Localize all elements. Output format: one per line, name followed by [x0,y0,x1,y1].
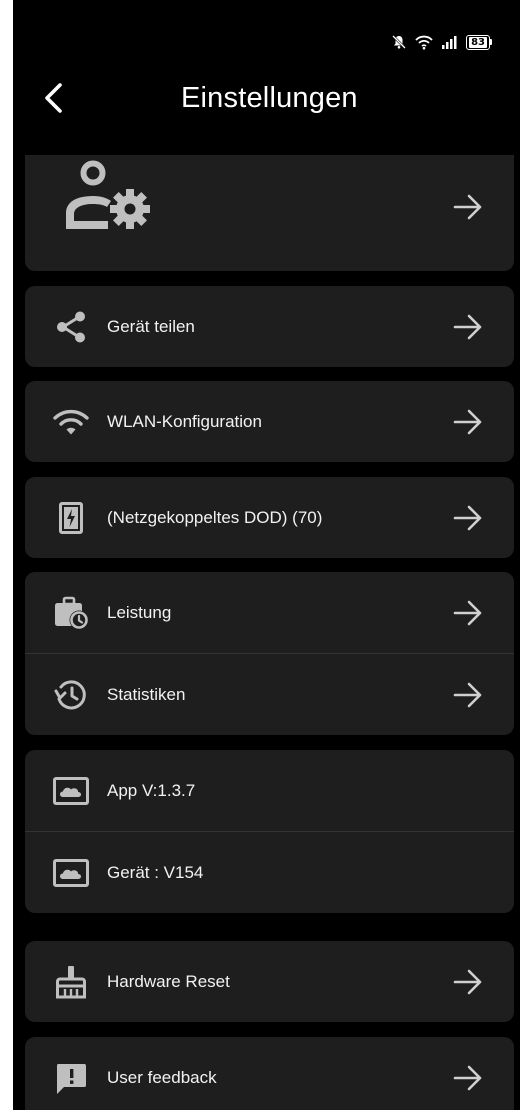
user-feedback-label: User feedback [107,1067,217,1087]
arrow-right-icon [452,966,484,998]
arrow-right-icon [452,679,484,711]
profile-settings-row[interactable] [25,155,514,271]
page-title: Einstellungen [181,82,358,114]
feedback-card: User feedback [25,1037,514,1110]
dod-row[interactable]: (Netzgekoppeltes DOD) (70) [25,477,514,558]
share-device-row[interactable]: Gerät teilen [25,286,514,367]
arrow-right-icon [452,311,484,343]
broom-icon [51,962,91,1002]
hardware-reset-label: Hardware Reset [107,971,230,991]
wlan-config-row[interactable]: WLAN-Konfiguration [25,381,514,462]
user-settings-icon [66,160,150,229]
statistics-label: Statistiken [107,684,186,704]
cloud-image-icon [51,853,91,893]
share-card: Gerät teilen [25,286,514,367]
chevron-left-icon [45,83,62,113]
arrow-right-icon [452,1062,484,1094]
back-button[interactable] [35,80,71,116]
user-feedback-row[interactable]: User feedback [25,1037,514,1110]
header: Einstellungen [13,70,520,126]
power-row[interactable]: Leistung [25,572,514,653]
mute-bell-icon [392,35,406,49]
wifi-icon [51,402,91,442]
briefcase-clock-icon [51,593,91,633]
settings-screen: 83 Einstellungen Gerät teilen WLAN-Konfi… [13,0,520,1110]
arrow-right-icon [452,502,484,534]
share-icon [51,307,91,347]
app-version-row: App V:1.3.7 [25,750,514,831]
arrow-right-icon [452,191,484,223]
battery-charge-icon [51,498,91,538]
version-card: App V:1.3.7 Gerät : V154 [25,750,514,913]
wlan-card: WLAN-Konfiguration [25,381,514,462]
app-version-label: App V:1.3.7 [107,780,196,800]
device-version-label: Gerät : V154 [107,862,204,882]
dod-label: (Netzgekoppeltes DOD) (70) [107,507,323,527]
reset-card: Hardware Reset [25,941,514,1022]
statistics-row[interactable]: Statistiken [25,653,514,735]
status-bar: 83 [391,30,492,54]
arrow-right-icon [452,406,484,438]
wlan-config-label: WLAN-Konfiguration [107,411,262,431]
wifi-status-icon [415,35,433,50]
battery-level: 83 [469,36,487,48]
signal-icon [442,36,457,49]
power-label: Leistung [107,602,172,622]
power-stats-card: Leistung Statistiken [25,572,514,735]
hardware-reset-row[interactable]: Hardware Reset [25,941,514,1022]
arrow-right-icon [452,597,484,629]
feedback-icon [51,1058,91,1098]
battery-indicator: 83 [466,34,492,50]
share-device-label: Gerät teilen [107,316,195,336]
dod-card: (Netzgekoppeltes DOD) (70) [25,477,514,558]
cloud-image-icon [51,771,91,811]
profile-card[interactable] [25,155,514,271]
device-version-row: Gerät : V154 [25,831,514,913]
history-icon [51,675,91,715]
